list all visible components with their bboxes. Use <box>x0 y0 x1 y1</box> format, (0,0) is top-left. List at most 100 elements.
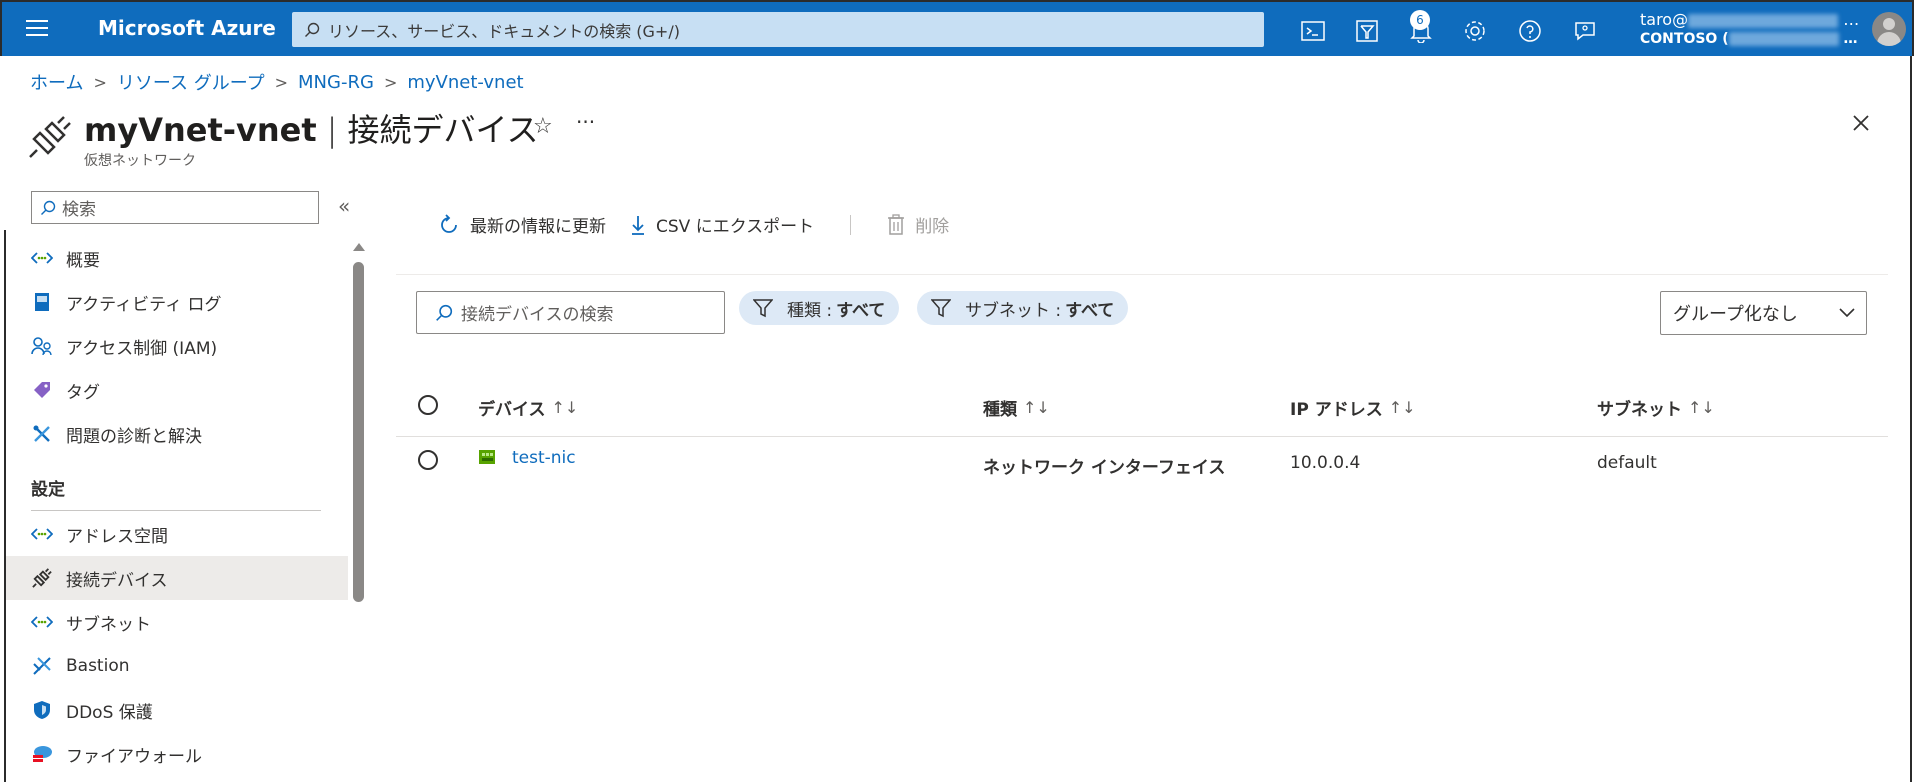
collapse-sidebar-icon[interactable]: « <box>338 194 350 218</box>
brand-title[interactable]: Microsoft Azure <box>98 16 276 40</box>
sidebar-item-connected-devices[interactable]: 接続デバイス <box>6 556 348 600</box>
row-select-radio[interactable] <box>418 450 438 470</box>
command-bar: 最新の情報に更新 CSV にエクスポート 削除 <box>438 212 973 237</box>
sidebar-search-input[interactable]: 検索 <box>31 191 319 224</box>
sidebar-item-label: タグ <box>66 382 100 403</box>
feedback-icon[interactable] <box>1572 18 1598 44</box>
breadcrumb-resource-groups[interactable]: リソース グループ <box>117 69 265 95</box>
sidebar-item-label: Bastion <box>66 656 130 676</box>
filter-icon <box>931 299 951 318</box>
window-border-right <box>1910 56 1912 782</box>
page-title: myVnet-vnet | 接続デバイス <box>84 105 539 151</box>
refresh-icon <box>441 213 457 233</box>
scroll-up-arrow[interactable] <box>353 243 365 251</box>
sidebar-item-label: サブネット <box>66 614 151 635</box>
command-bar-divider <box>396 274 1888 275</box>
chevron-down-icon <box>1839 308 1855 318</box>
avatar[interactable] <box>1872 12 1906 46</box>
cloud-shell-icon[interactable] <box>1300 18 1326 44</box>
account-name: taro@ <box>1640 10 1689 29</box>
more-icon[interactable]: ··· <box>576 110 595 134</box>
sidebar-item-label: アクセス制御 (IAM) <box>66 338 218 359</box>
sidebar-item-address-space[interactable]: アドレス空間 <box>0 512 348 556</box>
page-name: 接続デバイス <box>347 111 539 149</box>
global-search-input[interactable]: リソース、サービス、ドキュメントの検索 (G+/) <box>292 12 1264 47</box>
select-all-radio[interactable] <box>418 395 438 415</box>
export-csv-label: CSV にエクスポート <box>656 217 815 237</box>
menu-icon[interactable] <box>26 20 48 38</box>
sidebar-item-diagnose[interactable]: 問題の診断と解決 <box>0 412 348 456</box>
sidebar-item-overview[interactable]: 概要 <box>0 236 348 280</box>
sidebar-item-tags[interactable]: タグ <box>0 368 348 412</box>
title-separator: | <box>326 111 338 149</box>
type-filter-pill[interactable]: 種類 : すべて <box>739 291 900 325</box>
refresh-label: 最新の情報に更新 <box>470 217 606 237</box>
sidebar-search-placeholder: 検索 <box>62 200 96 220</box>
subnet-cell: default <box>1597 453 1657 473</box>
column-type[interactable]: 種類 ↑↓ <box>983 395 1050 420</box>
column-device[interactable]: デバイス ↑↓ <box>478 395 578 420</box>
command-separator <box>850 214 852 235</box>
column-subnet[interactable]: サブネット ↑↓ <box>1597 395 1715 420</box>
breadcrumb-rg[interactable]: MNG-RG <box>298 72 374 93</box>
gear-icon[interactable] <box>1462 18 1488 44</box>
breadcrumb-vnet[interactable]: myVnet-vnet <box>407 72 523 93</box>
trash-icon <box>888 213 905 235</box>
column-ip[interactable]: IP アドレス ↑↓ <box>1290 395 1416 420</box>
sidebar-item-label: 接続デバイス <box>66 570 168 591</box>
sidebar-item-ddos[interactable]: DDoS 保護 <box>0 688 348 732</box>
subnet-filter-pill[interactable]: サブネット : すべて <box>917 291 1129 325</box>
chevron-right-icon: > <box>93 72 107 92</box>
delete-button[interactable]: 削除 <box>887 212 949 237</box>
sidebar-item-subnets[interactable]: サブネット <box>0 600 348 644</box>
breadcrumb: ホーム > リソース グループ > MNG-RG > myVnet-vnet <box>30 69 524 95</box>
export-csv-button[interactable]: CSV にエクスポート <box>630 212 814 237</box>
sidebar-item-iam[interactable]: アクセス制御 (IAM) <box>0 324 348 368</box>
table-header-divider <box>396 436 1888 437</box>
search-icon <box>436 304 453 321</box>
sidebar-item-activity-log[interactable]: アクティビティ ログ <box>0 280 348 324</box>
ddos-icon <box>31 699 53 721</box>
column-type-label: 種類 <box>983 400 1017 420</box>
notification-badge: 6 <box>1410 10 1430 30</box>
help-icon[interactable] <box>1517 18 1543 44</box>
sort-icon: ↑↓ <box>1388 398 1416 417</box>
star-icon[interactable]: ☆ <box>533 114 553 139</box>
sidebar-divider <box>31 510 321 511</box>
device-search-placeholder: 接続デバイスの検索 <box>461 305 614 325</box>
sort-icon: ↑↓ <box>1023 398 1050 417</box>
iam-icon <box>31 335 53 357</box>
subnet-icon <box>31 611 53 633</box>
firewall-icon <box>31 743 53 765</box>
sidebar-item-label: 問題の診断と解決 <box>66 426 202 447</box>
ip-address-cell: 10.0.0.4 <box>1290 453 1361 473</box>
sidebar-item-label: ファイアウォール <box>66 746 202 767</box>
connected-devices-icon <box>28 115 72 163</box>
sidebar-item-label: アドレス空間 <box>66 526 168 547</box>
diagnose-icon <box>31 423 53 445</box>
breadcrumb-home[interactable]: ホーム <box>30 69 83 95</box>
refresh-button[interactable]: 最新の情報に更新 <box>438 212 606 237</box>
close-icon[interactable] <box>1852 114 1870 136</box>
resource-type: 仮想ネットワーク <box>84 153 196 169</box>
top-bar: Microsoft Azure リソース、サービス、ドキュメントの検索 (G+/… <box>0 0 1914 56</box>
resource-name: myVnet-vnet <box>84 111 317 149</box>
address-space-icon <box>31 523 53 545</box>
grouping-select[interactable]: グループ化なし <box>1660 291 1867 335</box>
device-link[interactable]: test-nic <box>512 448 576 468</box>
activity-log-icon <box>31 291 53 313</box>
account-tenant: CONTOSO ( <box>1640 31 1729 47</box>
tag-icon <box>31 379 53 401</box>
bastion-icon <box>31 655 53 677</box>
type-filter-label: 種類 : <box>787 300 833 321</box>
account-menu[interactable]: taro@ … CONTOSO ( … <box>1640 10 1859 47</box>
delete-label: 削除 <box>915 217 950 237</box>
sidebar-item-firewall[interactable]: ファイアウォール <box>0 732 348 776</box>
grouping-value: グループ化なし <box>1673 304 1798 325</box>
sort-icon: ↑↓ <box>1688 398 1715 417</box>
directory-filter-icon[interactable] <box>1354 18 1380 44</box>
sidebar-scrollbar[interactable] <box>353 262 364 602</box>
sidebar-item-label: DDoS 保護 <box>66 702 153 723</box>
sidebar-item-bastion[interactable]: Bastion <box>0 644 348 688</box>
device-search-input[interactable]: 接続デバイスの検索 <box>416 291 725 334</box>
